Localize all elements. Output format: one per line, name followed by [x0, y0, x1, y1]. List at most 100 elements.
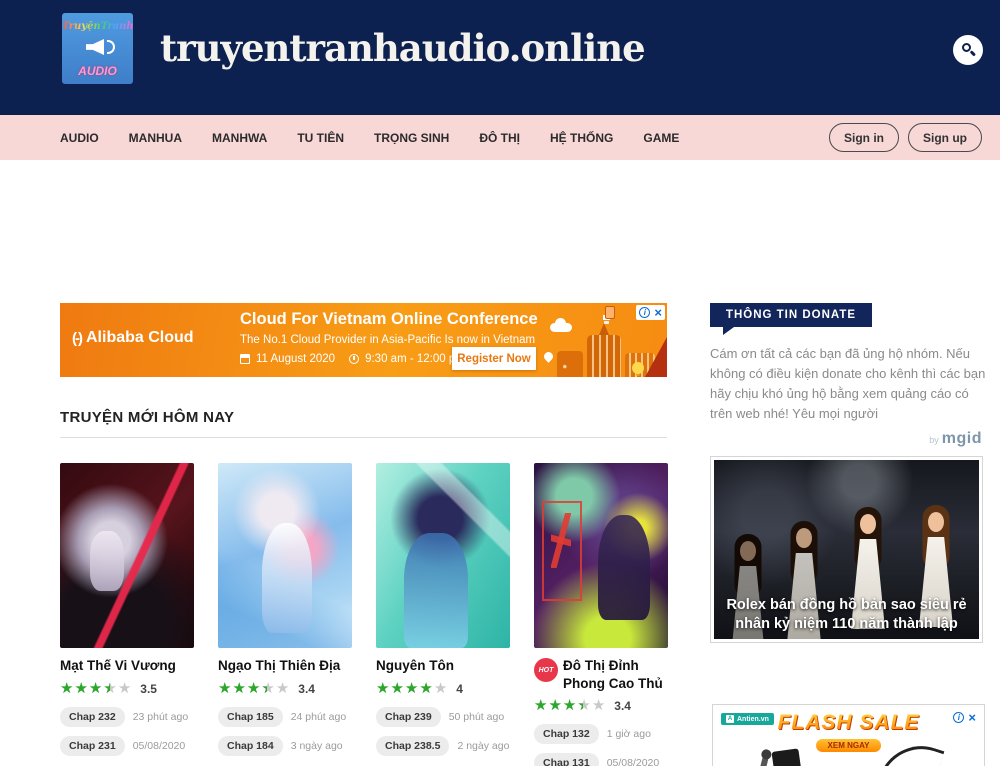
chapter-button[interactable]: Chap 232	[60, 707, 125, 727]
comic-title[interactable]: Đô Thị Đỉnh Phong Cao Thủ	[563, 657, 668, 692]
chapter-button[interactable]: Chap 132	[534, 724, 599, 744]
sidebar-flash-sale-ad[interactable]: Antien.vn FLASH SALE XEM NGAY	[712, 704, 985, 766]
comic-cover[interactable]	[218, 463, 352, 648]
nav-item-trong-sinh[interactable]: TRỌNG SINH	[374, 131, 449, 145]
ad-close-icon[interactable]	[654, 306, 662, 319]
lantern-illustration	[605, 306, 615, 319]
comic-card: Mạt Thế Vi Vương ★★★★★★★★★★ 3.5 Chap 232…	[60, 463, 194, 766]
photo-ad-image: Rolex bán đồng hồ bản sao siêu rẻ nhân k…	[714, 460, 979, 639]
sidebar-photo-ad[interactable]: Rolex bán đồng hồ bản sao siêu rẻ nhân k…	[710, 456, 983, 643]
mgid-attribution[interactable]: bymgid	[710, 430, 982, 448]
donate-text: Cám ơn tất cả các bạn đã ủng hộ nhóm. Nế…	[710, 344, 986, 425]
nav-item-he-thong[interactable]: HỆ THỐNG	[550, 131, 613, 145]
rating-row: ★★★★★★★★★★ 3.4	[534, 697, 668, 715]
comic-cover[interactable]	[534, 463, 668, 648]
star-icon: ★★	[232, 681, 245, 696]
xem-ngay-button[interactable]: XEM NGAY	[815, 738, 883, 753]
rating-value: 3.5	[140, 682, 157, 696]
star-icon: ★★	[60, 681, 73, 696]
rating-value: 3.4	[614, 699, 631, 713]
flash-ad-body: Antien.vn FLASH SALE XEM NGAY	[716, 708, 981, 766]
nav-item-do-thi[interactable]: ĐÔ THỊ	[479, 131, 520, 145]
chapter-button[interactable]: Chap 238.5	[376, 736, 449, 756]
sign-in-button[interactable]: Sign in	[829, 123, 899, 152]
banner-ad-date: 11 August 2020	[256, 353, 335, 365]
nav-bar: AUDIO MANHUA MANHWA TU TIÊN TRỌNG SINH Đ…	[0, 115, 1000, 160]
chapter-button[interactable]: Chap 131	[534, 753, 599, 766]
chapter-time: 24 phút ago	[291, 711, 346, 723]
ad-close-icon[interactable]	[968, 711, 976, 724]
comic-title-row: Nguyên Tôn	[376, 657, 510, 675]
ad-info-icon[interactable]	[639, 307, 650, 318]
star-rating: ★★★★★★★★★★	[376, 680, 448, 698]
chapter-row: Chap 184 3 ngày ago	[218, 736, 352, 756]
search-button[interactable]	[953, 35, 983, 65]
chapter-button[interactable]: Chap 185	[218, 707, 283, 727]
mgid-by-label: by	[929, 435, 939, 445]
chapter-button[interactable]: Chap 184	[218, 736, 283, 756]
chapter-time: 50 phút ago	[449, 711, 504, 723]
star-icon: ★★	[563, 698, 576, 713]
comic-title[interactable]: Nguyên Tôn	[376, 657, 454, 675]
ad-info-icon[interactable]	[953, 712, 964, 723]
chapter-time: 2 ngày ago	[457, 740, 509, 752]
site-title[interactable]: truyentranhaudio.online	[160, 26, 645, 70]
chapter-time: 3 ngày ago	[291, 740, 343, 752]
register-now-button[interactable]: Register Now	[452, 347, 536, 370]
nav-item-audio[interactable]: AUDIO	[60, 131, 99, 145]
nav-item-game[interactable]: GAME	[643, 131, 679, 145]
calendar-icon	[240, 354, 250, 364]
rating-value: 3.4	[298, 682, 315, 696]
tree-illustration	[632, 362, 644, 374]
star-icon: ★★	[89, 681, 102, 696]
ad-controls	[636, 305, 665, 320]
site-logo[interactable]: TruyệnTranh AUDIO	[62, 13, 133, 84]
cathedral-illustration	[587, 335, 621, 377]
alibaba-brand-label: Alibaba Cloud	[86, 329, 194, 347]
chapter-row: Chap 185 24 phút ago	[218, 707, 352, 727]
location-pin-icon	[542, 350, 555, 363]
auth-buttons: Sign in Sign up	[829, 123, 982, 152]
nav-item-manhua[interactable]: MANHUA	[129, 131, 182, 145]
hot-badge: HOT	[534, 658, 558, 682]
star-icon: ★★	[548, 698, 561, 713]
comic-cover[interactable]	[376, 463, 510, 648]
header: TruyệnTranh AUDIO truyentranhaudio.onlin…	[0, 0, 1000, 115]
chapter-row: Chap 238.5 2 ngày ago	[376, 736, 510, 756]
star-icon: ★★	[74, 681, 87, 696]
chapter-time: 1 giờ ago	[607, 728, 651, 740]
rating-row: ★★★★★★★★★★ 4	[376, 680, 510, 698]
alibaba-brackets-icon	[72, 330, 81, 347]
microphone-illustration	[757, 756, 769, 766]
star-icon: ★★	[218, 681, 231, 696]
comic-title[interactable]: Mạt Thế Vi Vương	[60, 657, 176, 675]
comic-title[interactable]: Ngạo Thị Thiên Địa	[218, 657, 340, 675]
ad-controls	[950, 710, 979, 725]
comic-card: Ngạo Thị Thiên Địa ★★★★★★★★★★ 3.4 Chap 1…	[218, 463, 352, 766]
building-illustration	[557, 351, 583, 377]
mic-arm-illustration	[880, 735, 945, 766]
alibaba-cloud-logo: Alibaba Cloud	[72, 329, 194, 347]
nav-item-manhwa[interactable]: MANHWA	[212, 131, 267, 145]
banner-ad[interactable]: Alibaba Cloud Cloud For Vietnam Online C…	[60, 303, 667, 377]
sign-up-button[interactable]: Sign up	[908, 123, 982, 152]
comic-card-list: Mạt Thế Vi Vương ★★★★★★★★★★ 3.5 Chap 232…	[60, 463, 668, 766]
nav-items: AUDIO MANHUA MANHWA TU TIÊN TRỌNG SINH Đ…	[60, 115, 679, 160]
star-icon: ★★	[390, 681, 403, 696]
comic-title-row: HOT Đô Thị Đỉnh Phong Cao Thủ	[534, 657, 668, 692]
chapter-button[interactable]: Chap 231	[60, 736, 125, 756]
logo-text-top: TruyệnTranh	[62, 21, 133, 32]
section-title: TRUYỆN MỚI HÔM NAY	[60, 409, 234, 426]
powerbank-illustration	[771, 748, 803, 766]
rating-row: ★★★★★★★★★★ 3.5	[60, 680, 194, 698]
comic-cover[interactable]	[60, 463, 194, 648]
nav-item-tu-tien[interactable]: TU TIÊN	[297, 131, 344, 145]
comic-title-row: Mạt Thế Vi Vương	[60, 657, 194, 675]
page: TruyệnTranh AUDIO truyentranhaudio.onlin…	[0, 0, 1000, 766]
mgid-logo: mgid	[942, 430, 982, 447]
cloud-illustration	[550, 323, 572, 332]
chapter-time: 05/08/2020	[133, 740, 186, 752]
star-rating: ★★★★★★★★★★	[534, 697, 606, 715]
star-icon: ★★	[376, 681, 389, 696]
chapter-button[interactable]: Chap 239	[376, 707, 441, 727]
